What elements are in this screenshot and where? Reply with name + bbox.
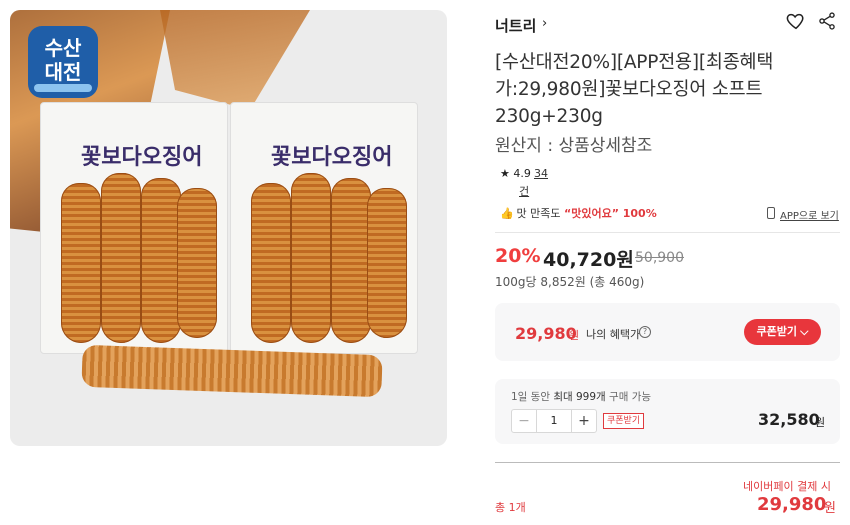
product-pack-right: 꽃보다오징어 — [230, 102, 418, 354]
divider — [495, 462, 840, 463]
naverpay-label: 네이버페이 결제 시 — [743, 480, 831, 493]
app-view-link[interactable]: APP으로 보기 — [780, 207, 839, 222]
heart-icon[interactable] — [785, 10, 807, 32]
seafood-festival-badge: 수산 대전 — [28, 26, 98, 98]
line-price: 32,580 — [758, 410, 820, 429]
benefit-won: 원 — [569, 329, 580, 342]
store-name[interactable]: 너트리 — [495, 15, 536, 36]
limit-suffix: 구매 가능 — [609, 391, 652, 403]
quantity-stepper: − 1 + — [511, 409, 597, 433]
product-origin: 원산지 : 상품상세참조 — [495, 136, 653, 156]
total-count: 총 1개 — [495, 501, 526, 514]
squid-strip — [141, 178, 181, 343]
info-icon[interactable]: ? — [639, 326, 651, 338]
squid-strip — [367, 188, 407, 338]
discount-rate: 20% — [495, 245, 541, 267]
taste-satisfaction: 👍 맛 만족도 “맛있어요” 100% — [500, 205, 657, 221]
sale-price: 40,720원 — [543, 249, 634, 271]
total-won: 원 — [824, 501, 836, 516]
unit-price: 100g당 8,852원 (총 460g) — [495, 275, 645, 289]
squid-strip — [61, 183, 101, 343]
total-price: 29,980 — [757, 494, 827, 515]
thumbs-up-icon: 👍 — [500, 207, 514, 220]
limit-text: 최대 999개 — [553, 391, 606, 403]
purchase-limit: 1일 동안 최대 999개 구매 가능 — [511, 389, 651, 404]
badge-line-1: 수산 — [44, 36, 82, 60]
coupon-button[interactable]: 쿠폰받기 ⌵ — [744, 319, 821, 345]
pack-label: 꽃보다오징어 — [271, 144, 393, 170]
rating-score: ★ 4.9 — [500, 167, 531, 180]
product-pack-left: 꽃보다오징어 — [40, 102, 228, 354]
badge-line-2: 대전 — [44, 60, 82, 84]
quantity-box: 1일 동안 최대 999개 구매 가능 − 1 + 쿠폰받기 32,580 원 — [495, 379, 840, 444]
taste-prefix: 맛 만족도 — [516, 207, 561, 220]
squid-background-2 — [160, 10, 310, 110]
share-icon[interactable] — [817, 10, 837, 32]
taste-quote: “맛있어요” 100% — [563, 207, 657, 220]
coupon-badge[interactable]: 쿠폰받기 — [603, 413, 645, 429]
quantity-input[interactable]: 1 — [536, 410, 572, 432]
review-count-unit[interactable]: 건 — [519, 183, 529, 199]
squid-strip — [291, 173, 331, 343]
original-price: 50,900 — [635, 250, 684, 266]
product-title: [수산대전20%][APP전용][최종혜택가:29,980원]꽃보다오징어 소프… — [495, 52, 774, 127]
benefit-price: 29,980 — [515, 324, 577, 343]
badge-wave — [34, 84, 92, 92]
benefit-label: 나의 혜택가 — [586, 328, 641, 341]
phone-icon[interactable] — [767, 207, 775, 219]
squid-strip — [331, 178, 371, 343]
product-image[interactable]: 수산 대전 꽃보다오징어 꽃보다오징어 — [10, 10, 447, 446]
chevron-right-icon[interactable]: › — [542, 16, 547, 31]
review-count-link[interactable]: 34 — [534, 167, 548, 180]
limit-prefix: 1일 동안 — [511, 391, 550, 403]
increase-button[interactable]: + — [572, 410, 596, 432]
decrease-button[interactable]: − — [512, 410, 536, 432]
pack-label: 꽃보다오징어 — [81, 144, 203, 170]
divider — [495, 232, 840, 233]
squid-strip — [177, 188, 217, 338]
squid-strip — [251, 183, 291, 343]
squid-strip — [101, 173, 141, 343]
benefit-box: 29,980 원 나의 혜택가 ? 쿠폰받기 ⌵ — [495, 303, 840, 361]
line-price-won: 원 — [815, 416, 826, 429]
